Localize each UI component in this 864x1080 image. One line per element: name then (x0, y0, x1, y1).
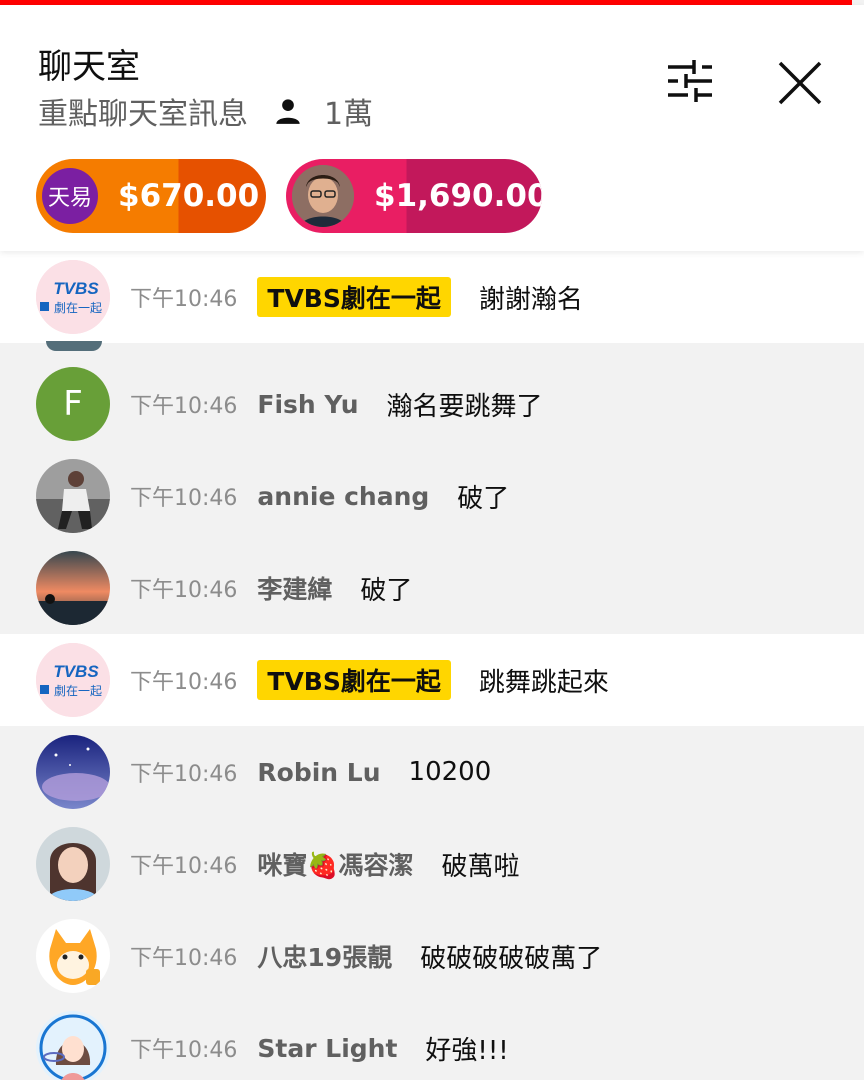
message-meta: 下午10:46 TVBS劇在一起 謝謝瀚名 (130, 277, 583, 317)
avatar[interactable] (36, 919, 110, 993)
tvbs-logo-icon: TVBS 劇在一起 (36, 643, 110, 717)
message-author[interactable]: annie chang (257, 482, 429, 511)
message-author[interactable]: Robin Lu (257, 758, 380, 787)
message-text: 跳舞跳起來 (478, 667, 609, 698)
ticker-amount: $670.00 (118, 178, 260, 214)
message-author-owner[interactable]: TVBS劇在一起 (257, 277, 451, 317)
chat-message[interactable]: F 下午10:46 Fish Yu 瀚名要跳舞了 (0, 358, 864, 450)
avatar[interactable] (36, 1011, 110, 1080)
avatar[interactable] (36, 459, 110, 533)
message-meta: 下午10:46 Fish Yu 瀚名要跳舞了 (130, 384, 543, 424)
message-text: 破萬啦 (441, 851, 520, 882)
ticker-avatar: 天易 (42, 168, 98, 224)
girl-cartoon-icon (36, 1011, 110, 1080)
message-text: 破了 (360, 575, 413, 606)
message-time: 下午10:46 (130, 946, 238, 971)
super-chat-ticker[interactable]: $1,690.00 (286, 159, 542, 233)
message-author-owner[interactable]: TVBS劇在一起 (257, 660, 451, 700)
message-text: 破破破破破萬了 (420, 943, 603, 974)
avatar[interactable] (36, 827, 110, 901)
cat-cartoon-icon (36, 919, 110, 993)
chat-title: 聊天室 (38, 47, 140, 87)
avatar[interactable]: TVBS 劇在一起 (36, 643, 110, 717)
avatar-partial (46, 341, 102, 351)
message-meta: 下午10:46 八忠19張靚 破破破破破萬了 (130, 936, 602, 976)
message-meta: 下午10:46 Robin Lu 10200 (130, 752, 491, 792)
chat-mode-label: 重點聊天室訊息 (38, 97, 248, 132)
message-meta: 下午10:46 李建緯 破了 (130, 568, 412, 608)
message-text: 瀚名要跳舞了 (386, 391, 543, 422)
message-meta: 下午10:46 咪寶🍓馮容潔 破萬啦 (130, 844, 520, 884)
ticker-avatar (292, 165, 354, 227)
message-time: 下午10:46 (130, 578, 238, 603)
avatar[interactable] (36, 551, 110, 625)
message-meta: 下午10:46 annie chang 破了 (130, 476, 509, 516)
tvbs-logo-icon: TVBS 劇在一起 (36, 260, 110, 334)
message-text: 10200 (408, 757, 492, 787)
sunset-photo-icon (36, 551, 110, 625)
ticker-amount: $1,690.00 (374, 178, 542, 214)
chat-message[interactable]: 下午10:46 Star Light 好強!!! (0, 1002, 864, 1080)
message-author[interactable]: Star Light (257, 1034, 397, 1063)
avatar[interactable]: F (36, 367, 110, 441)
logo-line2: 劇在一起 (54, 684, 102, 698)
chat-message[interactable]: 下午10:46 咪寶🍓馮容潔 破萬啦 (0, 818, 864, 910)
user-photo-icon (36, 459, 110, 533)
chat-message[interactable]: TVBS 劇在一起 下午10:46 TVBS劇在一起 謝謝瀚名 (0, 251, 864, 351)
message-text: 好強!!! (425, 1035, 509, 1066)
message-author[interactable]: 咪寶🍓馮容潔 (257, 846, 413, 882)
logo-line2: 劇在一起 (54, 301, 102, 315)
chat-mode-selector[interactable]: 重點聊天室訊息 1萬 (38, 91, 374, 132)
message-time: 下午10:46 (130, 1038, 238, 1063)
message-time: 下午10:46 (130, 854, 238, 879)
avatar[interactable]: TVBS 劇在一起 (36, 260, 110, 334)
message-time: 下午10:46 (130, 486, 238, 511)
message-meta: 下午10:46 TVBS劇在一起 跳舞跳起來 (130, 660, 609, 700)
user-photo-icon (36, 827, 110, 901)
super-chat-ticker[interactable]: 天易 $670.00 (36, 159, 266, 233)
super-chat-tickers: 天易 $670.00 $1,690.00 (36, 159, 542, 233)
chat-message[interactable]: TVBS 劇在一起 下午10:46 TVBS劇在一起 跳舞跳起來 (0, 634, 864, 726)
person-photo-icon (292, 165, 354, 227)
message-text: 謝謝瀚名 (478, 284, 583, 315)
person-icon (276, 99, 300, 124)
viewer-count: 1萬 (324, 97, 374, 132)
message-author[interactable]: Fish Yu (257, 390, 358, 419)
chat-message[interactable]: 下午10:46 李建緯 破了 (0, 542, 864, 634)
chat-message[interactable]: 下午10:46 八忠19張靚 破破破破破萬了 (0, 910, 864, 1002)
logo-line1: TVBS (53, 662, 99, 681)
message-text: 破了 (457, 483, 510, 514)
chat-message[interactable]: 下午10:46 annie chang 破了 (0, 450, 864, 542)
message-author[interactable]: 八忠19張靚 (257, 938, 392, 974)
message-meta: 下午10:46 Star Light 好強!!! (130, 1028, 509, 1068)
chat-message-list[interactable]: TVBS 劇在一起 下午10:46 TVBS劇在一起 謝謝瀚名 F 下午10:4… (0, 251, 864, 1080)
night-sky-photo-icon (36, 735, 110, 809)
message-time: 下午10:46 (130, 394, 238, 419)
message-time: 下午10:46 (130, 287, 238, 312)
message-time: 下午10:46 (130, 670, 238, 695)
chat-message[interactable]: 下午10:46 Robin Lu 10200 (0, 726, 864, 818)
close-icon[interactable] (772, 55, 828, 111)
chat-header: 聊天室 重點聊天室訊息 1萬 天易 $670.00 $1,690.00 (0, 5, 864, 251)
avatar[interactable] (36, 735, 110, 809)
message-time: 下午10:46 (130, 762, 238, 787)
message-author[interactable]: 李建緯 (257, 570, 332, 606)
filter-sliders-icon[interactable] (664, 57, 716, 105)
logo-line1: TVBS (53, 279, 99, 298)
